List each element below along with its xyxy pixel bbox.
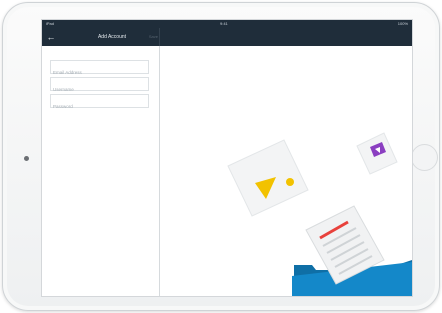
empty-state-illustration <box>227 132 412 296</box>
navigation-bar: ← Add Account Save <box>42 28 412 46</box>
video-card-icon <box>356 132 398 175</box>
front-camera <box>24 156 29 161</box>
carrier-label: iPad <box>46 21 55 26</box>
tablet-device: iPad 9:41 100% ← Add Account Save <box>2 2 440 311</box>
status-bar: iPad 9:41 100% <box>42 20 412 28</box>
app-screen: iPad 9:41 100% ← Add Account Save <box>41 19 413 297</box>
home-button[interactable] <box>411 144 438 171</box>
status-time: 9:41 <box>220 21 228 26</box>
password-input[interactable] <box>51 100 150 113</box>
username-field <box>50 77 150 96</box>
account-form-panel <box>42 46 160 296</box>
email-field <box>50 60 150 79</box>
image-card-icon <box>227 139 309 217</box>
password-field <box>50 94 150 113</box>
save-button[interactable]: Save <box>130 32 158 42</box>
back-arrow-icon[interactable]: ← <box>46 31 56 43</box>
battery-indicator: 100% <box>397 21 408 26</box>
split-divider <box>159 28 160 46</box>
